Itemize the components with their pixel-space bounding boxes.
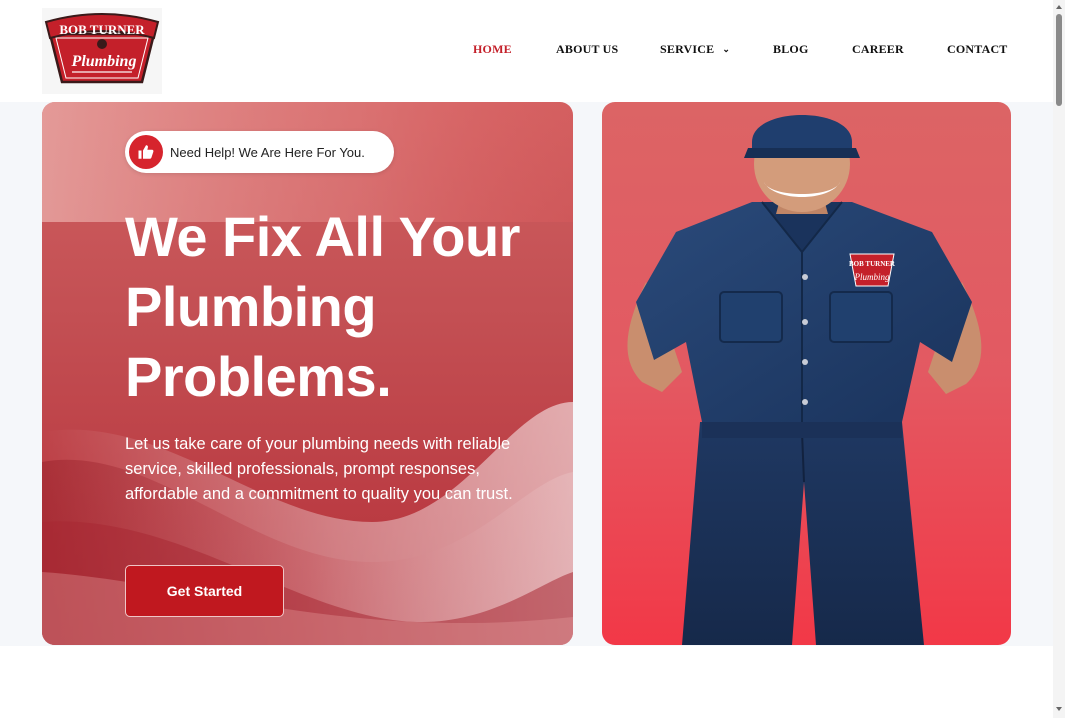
scrollbar-thumb[interactable]	[1056, 14, 1062, 106]
thumbs-up-icon	[129, 135, 163, 169]
logo-graphic: BOB TURNER Plumbing	[44, 13, 160, 84]
site-logo[interactable]: BOB TURNER Plumbing	[42, 8, 162, 94]
hero-headline: We Fix All Your Plumbing Problems.	[125, 202, 565, 412]
scroll-down-icon[interactable]	[1053, 704, 1065, 714]
nav-about-us[interactable]: ABOUT US	[556, 42, 618, 57]
scroll-up-icon[interactable]	[1053, 2, 1065, 12]
nav-service-label: SERVICE	[660, 42, 715, 56]
chevron-down-icon: ⌄	[722, 44, 731, 54]
hero-image-card: BOB TURNER Plumbing	[602, 102, 1011, 645]
logo-line1: BOB TURNER	[59, 22, 145, 37]
site-header: BOB TURNER Plumbing HOME ABOUT US SERVIC…	[0, 0, 1053, 102]
get-started-button[interactable]: Get Started	[125, 565, 284, 617]
nav-home[interactable]: HOME	[473, 42, 512, 57]
help-badge-text: Need Help! We Are Here For You.	[170, 145, 365, 160]
headline-line-2: Plumbing	[125, 275, 377, 338]
page-scrollbar[interactable]	[1053, 0, 1065, 718]
nav-career[interactable]: CAREER	[852, 42, 904, 57]
patch-line1: BOB TURNER	[849, 260, 896, 268]
plumber-photo: BOB TURNER Plumbing	[627, 115, 982, 645]
nav-contact[interactable]: CONTACT	[947, 42, 1008, 57]
nav-service[interactable]: SERVICE ⌄	[660, 42, 730, 57]
patch-line2: Plumbing	[854, 272, 890, 282]
logo-line2: Plumbing	[71, 53, 137, 70]
help-badge: Need Help! We Are Here For You.	[125, 131, 394, 173]
headline-line-3: Problems.	[125, 345, 392, 408]
headline-line-1: We Fix All Your	[125, 205, 520, 268]
hero-text-card: Need Help! We Are Here For You. We Fix A…	[42, 102, 573, 645]
hero-description: Let us take care of your plumbing needs …	[125, 435, 513, 503]
nav-blog[interactable]: BLOG	[773, 42, 808, 57]
